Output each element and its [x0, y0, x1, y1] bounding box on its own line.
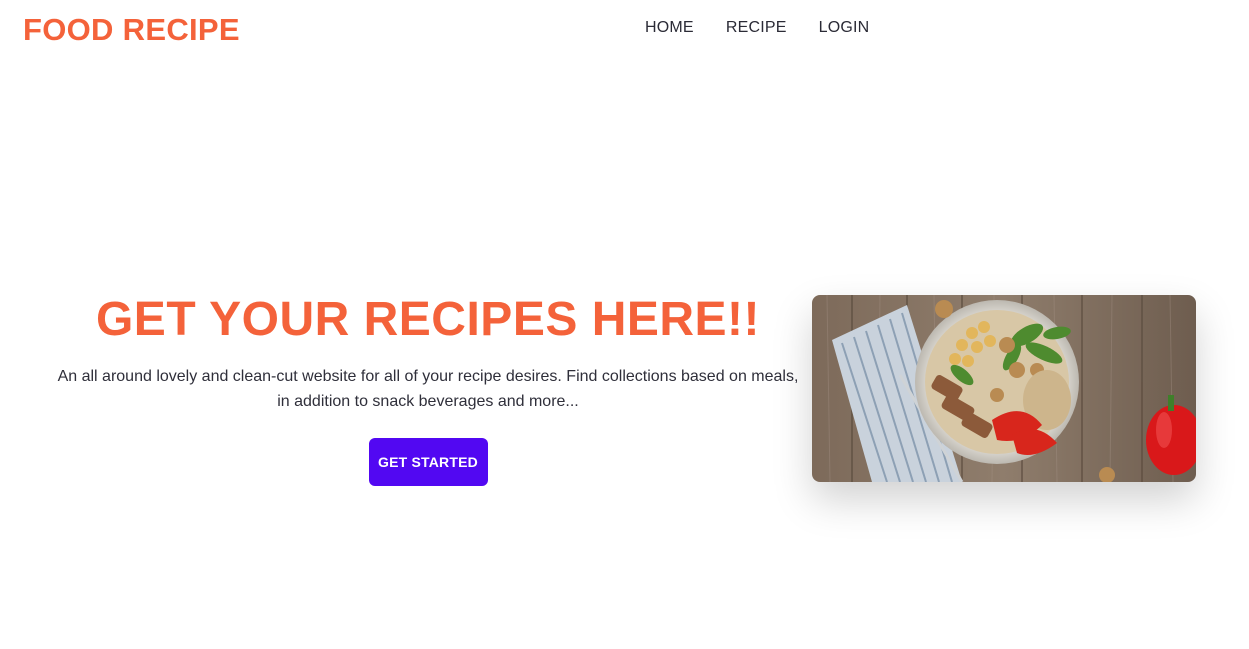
get-started-button[interactable]: GET STARTED [368, 438, 488, 486]
nav-link-login[interactable]: LOGIN [819, 19, 870, 37]
navbar: FOOD RECIPE HOME RECIPE LOGIN [0, 0, 1249, 60]
hero-title: GET YOUR RECIPES HERE!! [95, 293, 761, 346]
hero-food-image [812, 295, 1196, 482]
salad-bowl-illustration [812, 295, 1196, 482]
nav-link-home[interactable]: HOME [645, 19, 694, 37]
hero-text: GET YOUR RECIPES HERE!! An all around lo… [45, 290, 811, 486]
hero-description: An all around lovely and clean-cut websi… [57, 368, 799, 410]
brand-logo[interactable]: FOOD RECIPE [23, 12, 240, 48]
nav-link-recipe[interactable]: RECIPE [726, 19, 787, 37]
nav-links: HOME RECIPE LOGIN [645, 19, 869, 37]
